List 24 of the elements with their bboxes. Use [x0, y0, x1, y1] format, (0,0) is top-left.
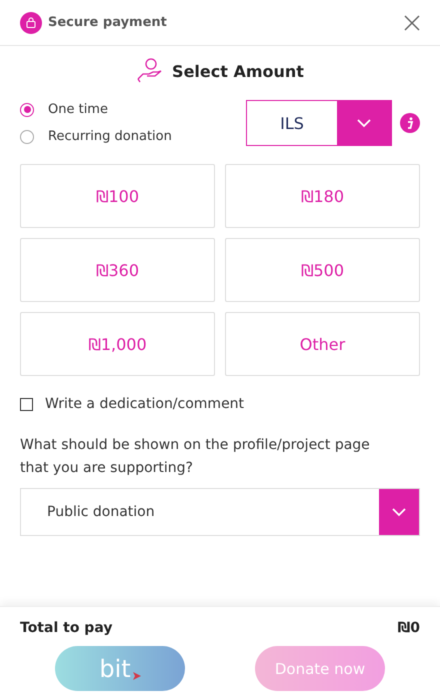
- amount-option[interactable]: ₪500: [225, 238, 420, 302]
- total-label: Total to pay: [20, 620, 112, 636]
- header-title: Secure payment: [48, 15, 168, 30]
- arrow-icon: [132, 672, 141, 680]
- chevron-down-icon: [391, 507, 407, 517]
- currency-select[interactable]: ILS: [246, 100, 392, 146]
- amount-option[interactable]: ₪100: [20, 164, 215, 228]
- chevron-down-icon: [356, 118, 372, 128]
- visibility-question: What should be shown on the profile/project page that you are supporting?: [19, 436, 371, 478]
- frequency-radio[interactable]: Recurring donation: [20, 129, 238, 144]
- visibility-select[interactable]: Public donation: [20, 488, 420, 536]
- amount-option[interactable]: ₪1,000: [20, 312, 215, 376]
- close-icon[interactable]: [404, 14, 420, 30]
- amount-option[interactable]: ₪180: [225, 164, 420, 228]
- dedication-checkbox[interactable]: [20, 398, 33, 410]
- dedication-label: Write a dedication/comment: [45, 396, 244, 412]
- info-icon[interactable]: [400, 113, 420, 133]
- total-amount: ₪0: [398, 620, 420, 636]
- frequency-radio[interactable]: One time: [20, 102, 238, 117]
- amount-option[interactable]: ₪360: [20, 238, 215, 302]
- section-heading: Select Amount: [172, 62, 304, 80]
- amount-option[interactable]: Other: [225, 312, 420, 376]
- lock-icon: [20, 12, 42, 34]
- hand-coin-icon: [136, 58, 164, 84]
